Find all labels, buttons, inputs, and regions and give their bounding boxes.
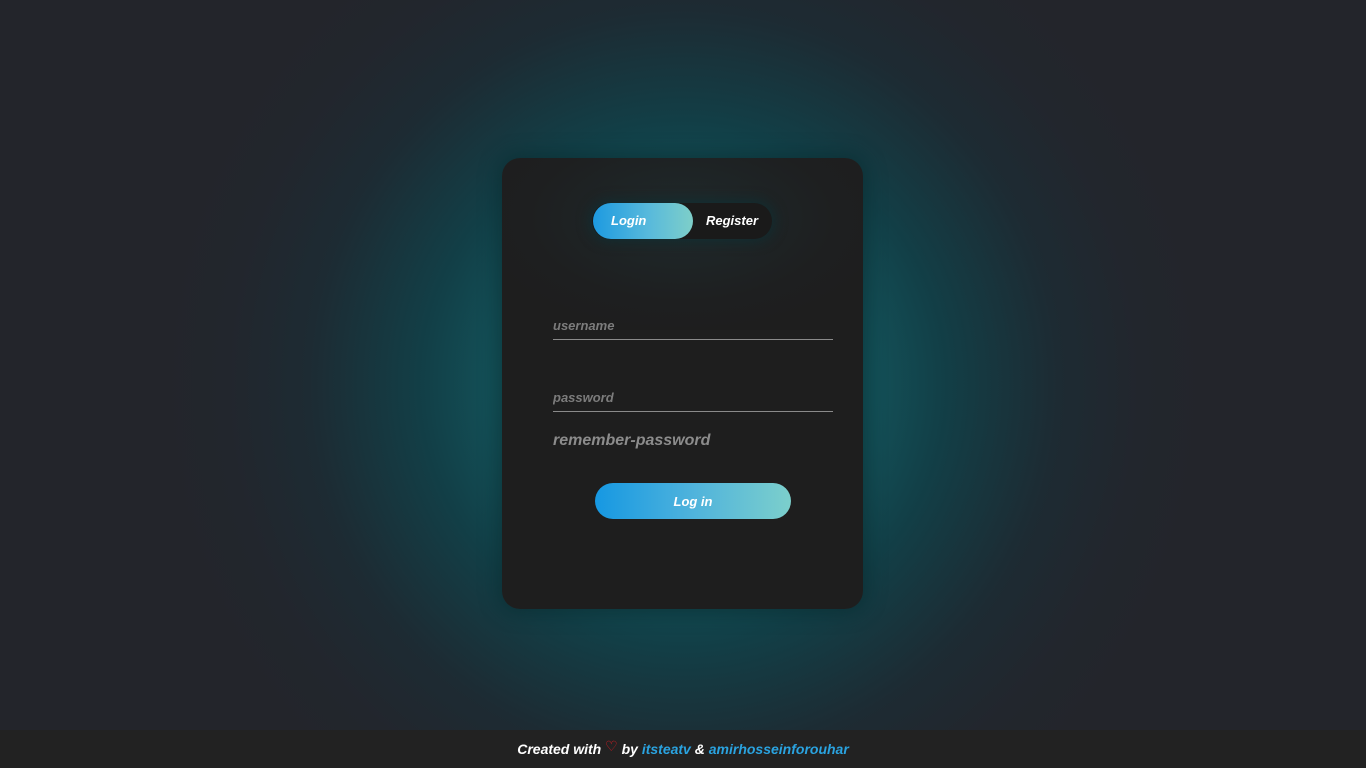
login-button[interactable]: Log in [595,483,791,519]
tab-login[interactable]: Login [593,203,693,239]
password-input[interactable] [553,383,833,411]
auth-tab-switch: Login Register [592,203,772,239]
footer: Created with ♡ by itsteatv & amirhossein… [0,730,1366,768]
footer-by: by [621,741,638,757]
remember-password-label[interactable]: remember-password [553,432,710,450]
password-field-wrapper [553,383,833,412]
heart-icon: ♡ [605,738,618,754]
author-link-amirhosseinforouhar[interactable]: amirhosseinforouhar [709,741,849,757]
author-link-itsteatv[interactable]: itsteatv [642,741,691,757]
tab-register[interactable]: Register [692,203,772,239]
footer-ampersand: & [694,741,705,757]
auth-card: Login Register remember-password Log in [502,158,863,609]
username-input[interactable] [553,311,833,339]
footer-created-with: Created with [517,741,602,757]
username-field-wrapper [553,311,833,340]
